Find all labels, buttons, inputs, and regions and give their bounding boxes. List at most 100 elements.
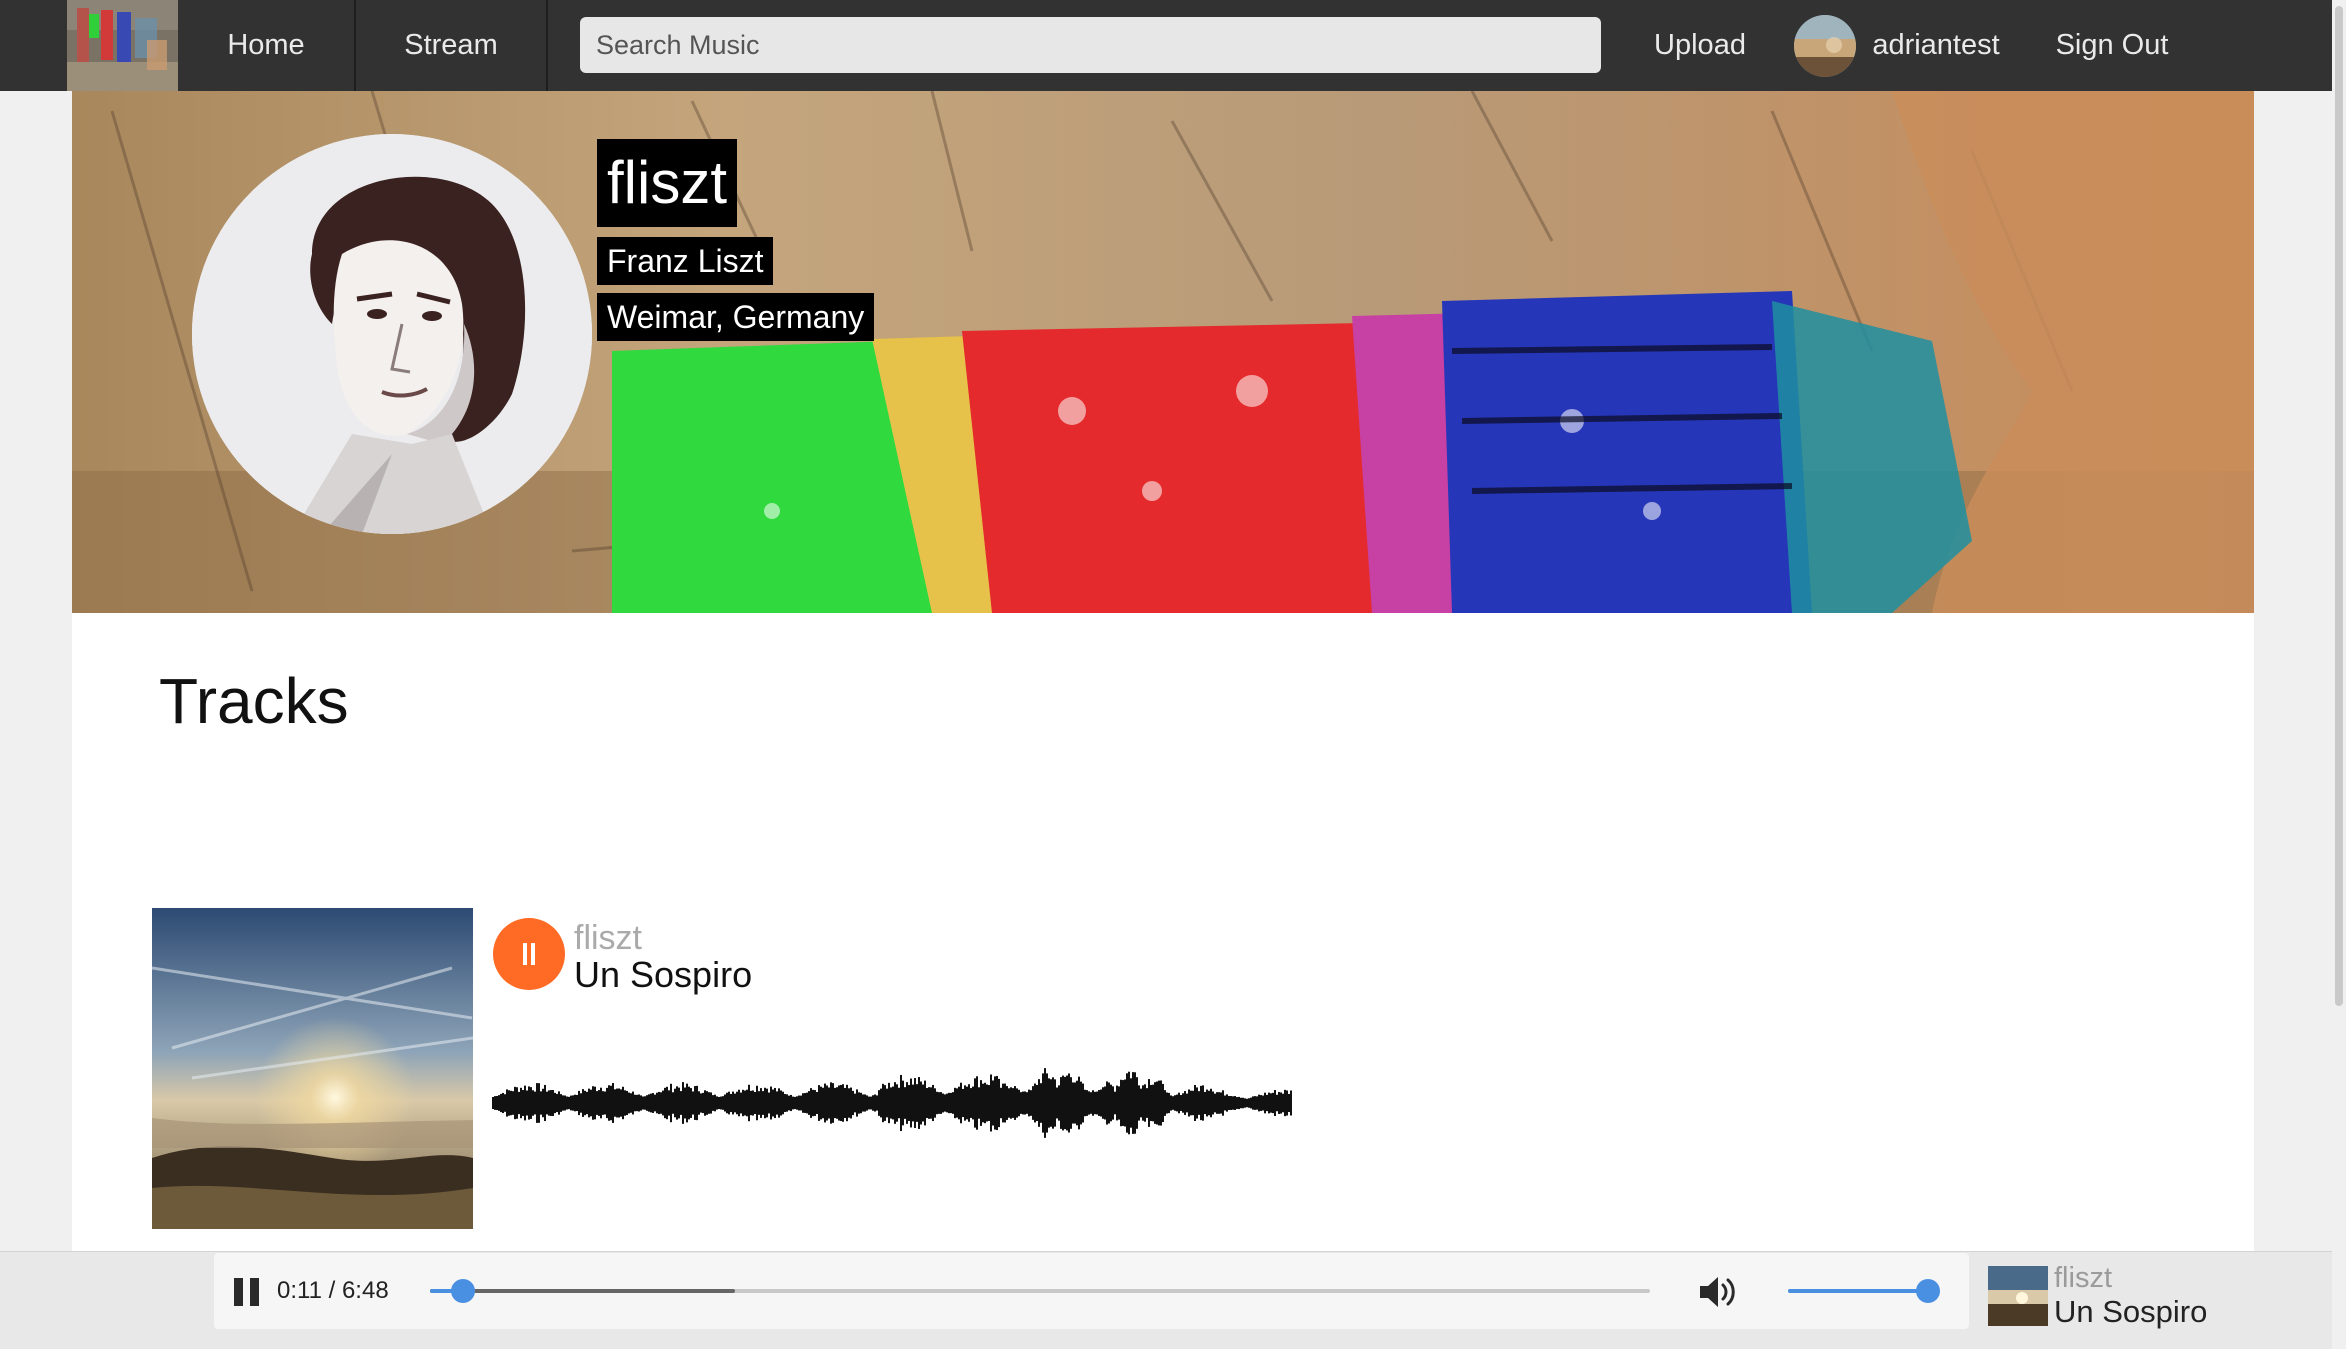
waveform-bar [678,1087,680,1119]
waveform-bar [772,1089,774,1117]
waveform-bar [712,1095,714,1111]
waveform-bar [1114,1091,1116,1115]
waveform-bar [632,1091,634,1115]
waveform-bar [844,1087,846,1119]
top-navbar: Home Stream Upload adriantest Sign Out [0,0,2346,91]
waveform-bar [1108,1082,1110,1124]
waveform-bar [748,1084,750,1122]
waveform-bar [904,1087,906,1119]
waveform-bar [1052,1077,1054,1129]
waveform-bar [600,1087,602,1119]
waveform-bar [1218,1092,1220,1114]
waveform-bar [1014,1086,1016,1120]
waveform-bar [1100,1089,1102,1117]
waveform-bar [1248,1098,1250,1108]
waveform-bar [740,1092,742,1114]
nav-home-link[interactable]: Home [178,0,356,91]
track-artist-link[interactable]: fliszt [574,918,642,958]
waveform-bar [950,1092,952,1114]
waveform-bar [874,1094,876,1112]
waveform-bar [578,1090,580,1116]
waveform-bar [1116,1085,1118,1121]
waveform-bar [880,1088,882,1118]
waveform-bar [716,1096,718,1110]
waveform-bar [1220,1092,1222,1114]
waveform-bar [934,1088,936,1118]
waveform-bar [774,1087,776,1119]
waveform-bar [698,1091,700,1115]
now-playing-artwork[interactable] [1988,1266,2048,1326]
player-seek-handle[interactable] [450,1279,475,1303]
waveform-bar [570,1095,572,1111]
waveform-bar [1204,1091,1206,1115]
waveform-bar [736,1091,738,1115]
waveform-bar [618,1088,620,1118]
waveform-bar [842,1084,844,1122]
waveform-bar [962,1088,964,1118]
waveform-bar [792,1096,794,1110]
waveform-bar [938,1092,940,1114]
waveform-bar [630,1093,632,1113]
waveform-bar [726,1092,728,1114]
now-playing-artist[interactable]: fliszt [2054,1262,2112,1294]
waveform-bar [1074,1082,1076,1124]
volume-slider[interactable] [1788,1279,1940,1303]
waveform-bar [1268,1092,1270,1114]
search-input[interactable] [580,17,1601,73]
user-avatar[interactable] [1794,15,1856,77]
player-seek-bar[interactable] [430,1279,1650,1303]
sign-out-link[interactable]: Sign Out [2050,0,2174,91]
waveform-bar [810,1088,812,1118]
volume-fill [1788,1289,1928,1293]
waveform-bar [1288,1093,1290,1113]
waveform-bar [1284,1089,1286,1117]
waveform-bar [1012,1088,1014,1118]
volume-handle[interactable] [1916,1279,1940,1303]
waveform-bar [744,1090,746,1116]
waveform-bar [1230,1096,1232,1110]
track-waveform[interactable] [492,1048,1292,1158]
now-playing-title[interactable]: Un Sospiro [2054,1294,2207,1330]
waveform-bar [668,1090,670,1116]
waveform-bar [990,1074,992,1132]
nav-stream-link[interactable]: Stream [356,0,548,91]
track-play-pause-button[interactable] [493,918,565,990]
waveform-bar [1016,1088,1018,1118]
pause-icon [523,943,535,965]
app-logo[interactable] [67,0,178,91]
username-link[interactable]: adriantest [1870,0,2002,91]
waveform-bar [926,1088,928,1118]
waveform-bar [580,1093,582,1113]
waveform-bar [912,1084,914,1122]
waveform-bar [644,1096,646,1110]
waveform-bar [1040,1083,1042,1123]
waveform-bar [1208,1090,1210,1116]
waveform-bar [1212,1091,1214,1115]
waveform-bar [1034,1083,1036,1123]
waveform-bar [1132,1072,1134,1134]
player-pause-icon[interactable] [234,1278,260,1306]
waveform-bar [1156,1081,1158,1125]
waveform-bar [1024,1091,1026,1115]
waveform-bar [1148,1079,1150,1127]
waveform-bar [646,1095,648,1111]
waveform-bar [840,1084,842,1122]
page-scrollbar[interactable] [2332,0,2346,1348]
waveform-bar [1258,1094,1260,1112]
track-title-link[interactable]: Un Sospiro [574,954,752,996]
speaker-icon[interactable] [1698,1273,1740,1311]
nav-upload-link[interactable]: Upload [1640,0,1760,91]
waveform-bar [872,1095,874,1111]
waveform-bar [702,1092,704,1114]
waveform-bar [1028,1089,1030,1117]
waveform-bar [786,1094,788,1112]
waveform-bar [594,1086,596,1120]
waveform-bar [666,1086,668,1120]
track-artwork[interactable] [152,908,473,1229]
waveform-bar [652,1093,654,1113]
scrollbar-thumb[interactable] [2335,6,2343,1006]
waveform-bar [1286,1090,1288,1116]
waveform-bar [590,1089,592,1117]
waveform-bar [1210,1088,1212,1118]
waveform-bar [816,1092,818,1114]
